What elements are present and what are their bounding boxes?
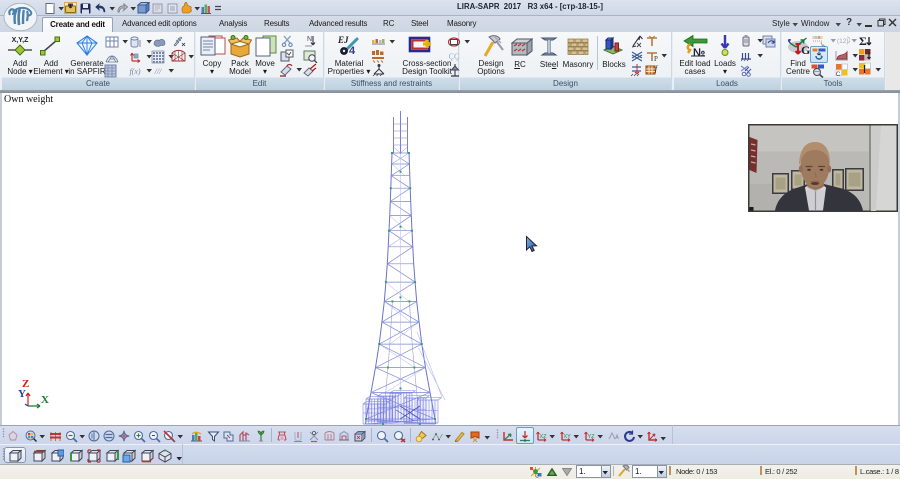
- svg-text:EJ: EJ: [337, 35, 349, 45]
- svg-text:2: 2: [536, 474, 539, 479]
- svg-text:C: C: [836, 72, 841, 77]
- svg-text:Y: Y: [18, 388, 26, 400]
- svg-text:X,Y,Z: X,Y,Z: [12, 37, 29, 44]
- svg-text:///: ///: [154, 67, 162, 76]
- svg-text:P: P: [654, 55, 658, 63]
- svg-text:f(x): f(x): [129, 67, 140, 76]
- svg-text:Σ: Σ: [859, 34, 867, 48]
- svg-text:XY: XY: [564, 434, 572, 440]
- svg-text:4: 4: [349, 45, 356, 55]
- svg-text:X: X: [41, 394, 49, 406]
- svg-text:XZ: XZ: [540, 434, 548, 440]
- svg-text:ÇÇ: ÇÇ: [449, 52, 460, 61]
- svg-text:YZ: YZ: [588, 434, 596, 440]
- svg-text:(12): (12): [837, 38, 849, 45]
- svg-text:N: N: [307, 36, 312, 43]
- svg-text:G: G: [801, 43, 810, 57]
- svg-text:f: f: [655, 64, 659, 73]
